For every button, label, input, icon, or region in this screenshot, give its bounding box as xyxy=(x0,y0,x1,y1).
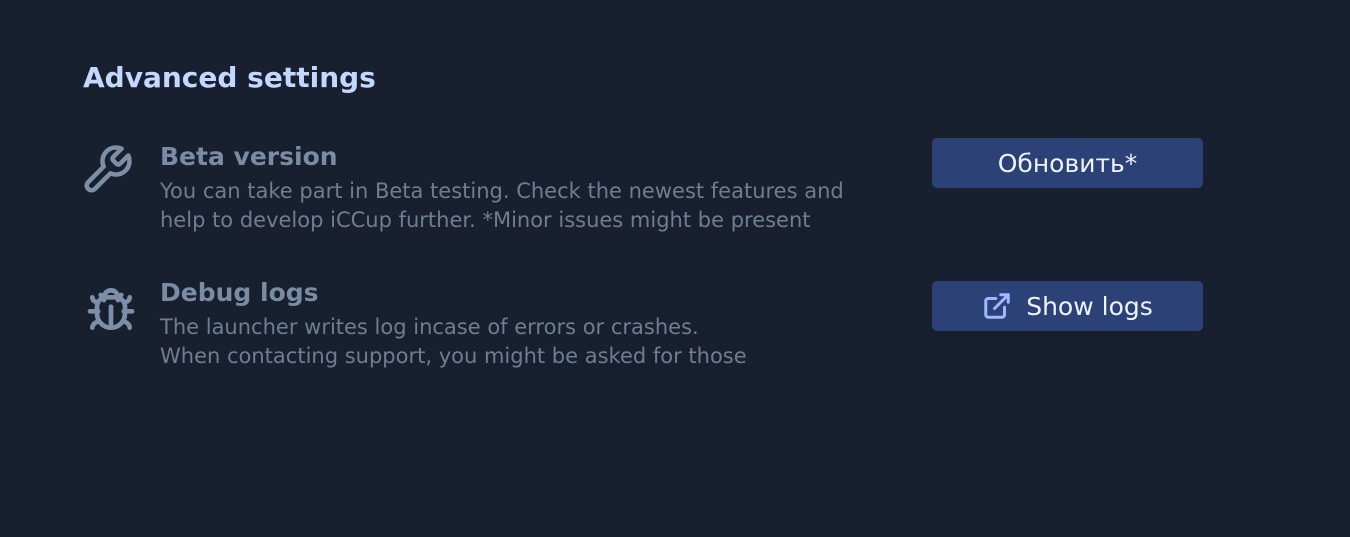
beta-title: Beta version xyxy=(160,142,338,171)
advanced-settings-page: Advanced settings Beta version You can t… xyxy=(0,0,1350,537)
show-logs-button[interactable]: Show logs xyxy=(932,281,1203,331)
beta-description-line1: You can take part in Beta testing. Check… xyxy=(160,179,844,203)
section-title: Advanced settings xyxy=(83,61,376,94)
wrench-icon xyxy=(80,143,134,197)
beta-description-line2: help to develop iCCup further. *Minor is… xyxy=(160,208,811,232)
debug-description-line2: When contacting support, you might be as… xyxy=(160,344,747,368)
debug-title: Debug logs xyxy=(160,278,319,307)
debug-description-line1: The launcher writes log incase of errors… xyxy=(160,315,699,339)
update-beta-button[interactable]: Обновить* xyxy=(932,138,1203,188)
show-logs-button-label: Show logs xyxy=(1026,291,1153,321)
bug-icon xyxy=(83,281,139,337)
external-link-icon xyxy=(982,291,1012,321)
update-beta-button-label: Обновить* xyxy=(997,148,1138,178)
